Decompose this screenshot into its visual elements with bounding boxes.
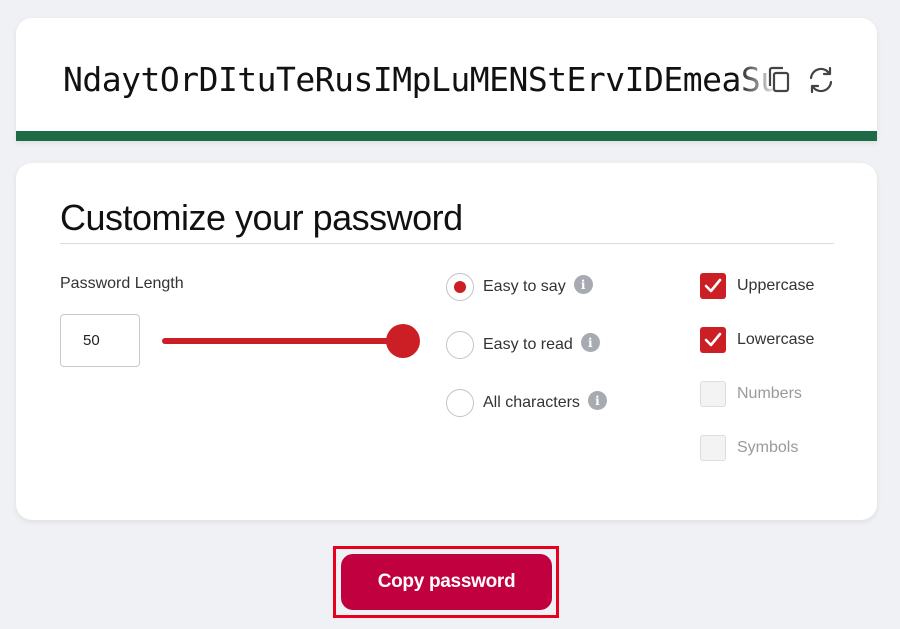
copy-icon: [768, 66, 790, 93]
password-length-label: Password Length: [60, 275, 184, 292]
checkbox-label: Symbols: [737, 439, 799, 456]
password-length-input[interactable]: [60, 314, 140, 367]
password-strength-bar: [16, 131, 877, 141]
radio-label: Easy to read: [483, 336, 573, 353]
checkbox-box[interactable]: [700, 381, 726, 407]
copy-icon-button[interactable]: [763, 64, 795, 96]
checkbox-lowercase[interactable]: Lowercase: [700, 327, 814, 353]
copy-password-button[interactable]: Copy password: [341, 554, 552, 610]
checkbox-box[interactable]: [700, 273, 726, 299]
info-icon[interactable]: i: [580, 333, 600, 352]
radio-easy-to-say[interactable]: Easy to say i: [446, 273, 593, 301]
radio-circle[interactable]: [446, 273, 474, 301]
checkbox-label: Numbers: [737, 385, 802, 402]
refresh-icon-button[interactable]: [805, 64, 837, 96]
customize-card: Customize your password Password Length …: [16, 163, 877, 520]
radio-easy-to-read[interactable]: Easy to read i: [446, 331, 600, 359]
password-length-slider-thumb[interactable]: [386, 324, 420, 358]
info-icon[interactable]: i: [587, 391, 607, 410]
password-display-card: NdaytOrDItuTeRusIMpLuMENStErvIDEmeaSurE: [16, 18, 877, 141]
checkmark-icon: [704, 278, 722, 293]
checkbox-label: Uppercase: [737, 277, 815, 294]
title-divider: [60, 243, 834, 244]
checkbox-numbers[interactable]: Numbers: [700, 381, 802, 407]
checkbox-box[interactable]: [700, 435, 726, 461]
checkbox-box[interactable]: [700, 327, 726, 353]
checkbox-symbols[interactable]: Symbols: [700, 435, 798, 461]
radio-label: Easy to say: [483, 278, 566, 295]
generated-password[interactable]: NdaytOrDItuTeRusIMpLuMENStErvIDEmeaSurE: [63, 60, 775, 100]
checkbox-uppercase[interactable]: Uppercase: [700, 273, 814, 299]
radio-all-characters[interactable]: All characters i: [446, 389, 607, 417]
password-length-slider-track[interactable]: [162, 338, 402, 344]
radio-circle[interactable]: [446, 389, 474, 417]
checkbox-label: Lowercase: [737, 331, 815, 348]
checkmark-icon: [704, 332, 722, 347]
info-icon[interactable]: i: [573, 275, 593, 294]
radio-selected-dot: [454, 281, 466, 293]
radio-circle[interactable]: [446, 331, 474, 359]
refresh-icon: [809, 66, 833, 94]
customize-title: Customize your password: [60, 197, 463, 238]
radio-label: All characters: [483, 394, 580, 411]
